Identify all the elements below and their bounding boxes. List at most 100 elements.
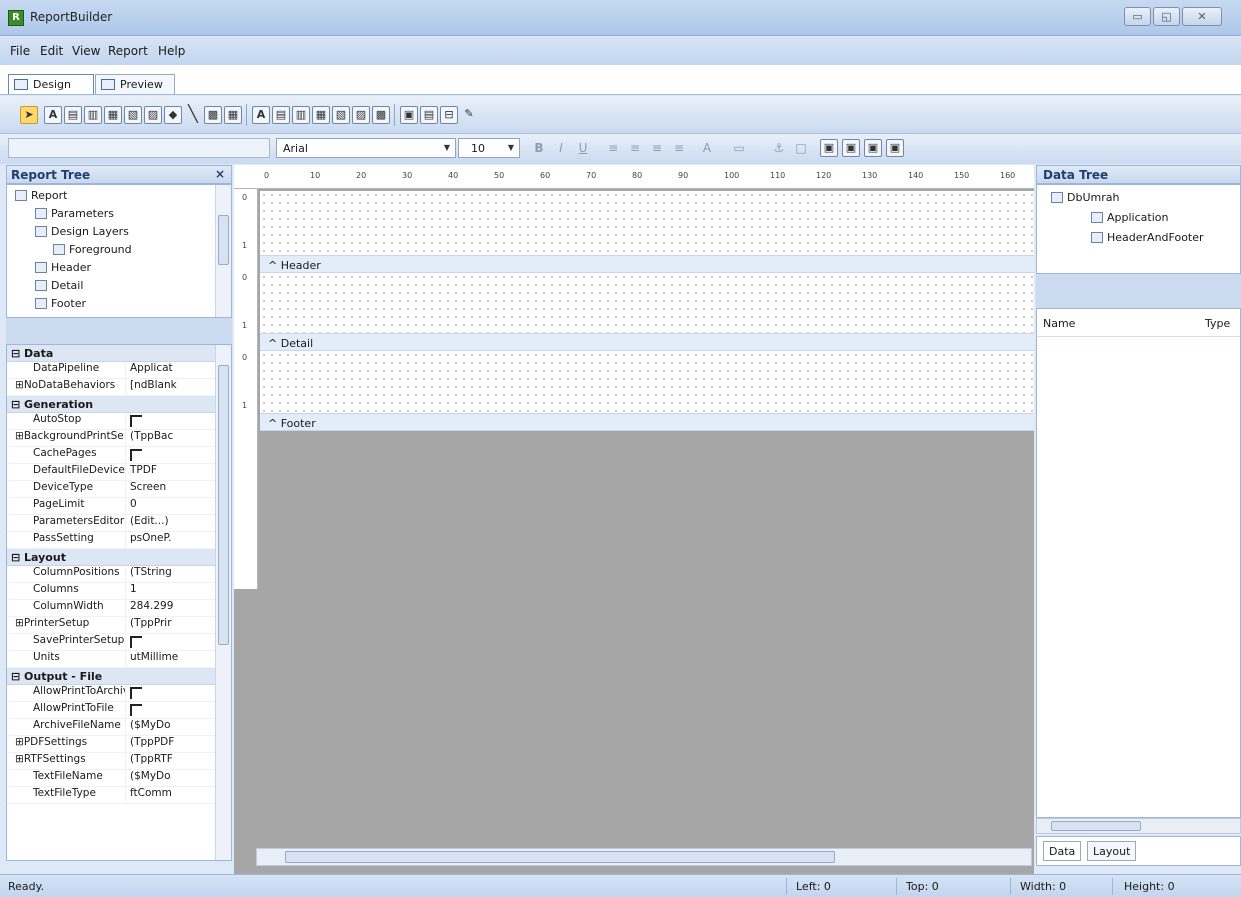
property-row[interactable]: ParametersEditor (Edit...) bbox=[7, 515, 231, 532]
dbrichtext-tool-icon[interactable]: ▥ bbox=[292, 106, 310, 124]
justify-icon[interactable]: ≡ bbox=[670, 139, 688, 157]
property-value[interactable] bbox=[125, 447, 195, 463]
menu-file[interactable]: File bbox=[10, 44, 30, 58]
property-checkbox[interactable] bbox=[130, 636, 142, 648]
property-value[interactable]: ($MyDo bbox=[125, 719, 195, 735]
detail-band[interactable] bbox=[260, 273, 1034, 333]
tree-node-foreground[interactable]: Foreground bbox=[53, 243, 132, 256]
barcode-tool-icon[interactable]: ▩ bbox=[204, 106, 222, 124]
dbmemo-tool-icon[interactable]: ▤ bbox=[272, 106, 290, 124]
tree-node-database[interactable]: DbUmrah bbox=[1051, 191, 1119, 204]
header-band-label[interactable]: ^ Header bbox=[260, 255, 1034, 273]
property-value[interactable]: Screen bbox=[125, 481, 195, 497]
font-size-combo[interactable]: 10 ▼ bbox=[458, 138, 520, 158]
dbbarcode-tool-icon[interactable]: ▨ bbox=[352, 106, 370, 124]
property-value[interactable]: ($MyDo bbox=[125, 770, 195, 786]
richtext-tool-icon[interactable]: ▥ bbox=[84, 106, 102, 124]
column-type-header[interactable]: Type bbox=[1205, 317, 1230, 330]
chevron-down-icon[interactable]: ▼ bbox=[441, 141, 453, 155]
send-backward-icon[interactable]: ▣ bbox=[886, 139, 904, 157]
property-category[interactable]: ⊟ Output - File bbox=[7, 668, 231, 685]
menu-help[interactable]: Help bbox=[158, 44, 185, 58]
property-row[interactable]: DataPipeline Applicat bbox=[7, 362, 231, 379]
property-row[interactable]: ⊞BackgroundPrintSe (TppBac bbox=[7, 430, 231, 447]
variable-tool-icon[interactable]: ▧ bbox=[124, 106, 142, 124]
crosstab-tool-icon[interactable]: ✎ bbox=[460, 106, 478, 124]
footer-band[interactable] bbox=[260, 351, 1034, 413]
property-value[interactable]: 0 bbox=[125, 498, 195, 514]
menu-edit[interactable]: Edit bbox=[40, 44, 63, 58]
tab-design[interactable]: Design bbox=[8, 74, 94, 94]
close-button[interactable]: ✕ bbox=[1182, 7, 1222, 26]
tab-layout[interactable]: Layout bbox=[1087, 841, 1137, 861]
design-horizontal-scrollbar[interactable] bbox=[256, 848, 1032, 866]
tree-node-detail[interactable]: Detail bbox=[35, 279, 83, 292]
property-row[interactable]: AllowPrintToArchiv bbox=[7, 685, 231, 702]
dbcalc-tool-icon[interactable]: ▦ bbox=[312, 106, 330, 124]
property-value[interactable]: (Edit...) bbox=[125, 515, 195, 531]
collapse-icon[interactable]: ⊟ bbox=[11, 398, 24, 411]
dbcheckbox-tool-icon[interactable]: ▩ bbox=[372, 106, 390, 124]
field-list-scrollbar[interactable] bbox=[1036, 818, 1241, 834]
panel-splitter[interactable] bbox=[6, 318, 232, 344]
chart-tool-icon[interactable]: ▦ bbox=[224, 106, 242, 124]
expand-icon[interactable]: ⊞ bbox=[15, 736, 24, 748]
collapse-icon[interactable]: ⊟ bbox=[11, 347, 24, 360]
property-checkbox[interactable] bbox=[130, 687, 142, 699]
subreport-tool-icon[interactable]: ▤ bbox=[420, 106, 438, 124]
chevron-down-icon[interactable]: ▼ bbox=[505, 141, 517, 155]
property-value[interactable]: 284.299 bbox=[125, 600, 195, 616]
property-value[interactable]: (TString bbox=[125, 566, 195, 582]
close-icon[interactable]: × bbox=[215, 167, 225, 181]
report-tree-scrollbar[interactable] bbox=[215, 185, 231, 317]
property-row[interactable]: PageLimit 0 bbox=[7, 498, 231, 515]
bring-to-front-icon[interactable]: ▣ bbox=[820, 139, 838, 157]
tree-node-table-headerandfooter[interactable]: HeaderAndFooter bbox=[1091, 231, 1204, 244]
tab-data[interactable]: Data bbox=[1043, 841, 1082, 861]
property-row[interactable]: AutoStop bbox=[7, 413, 231, 430]
expand-icon[interactable]: ⊞ bbox=[15, 617, 24, 629]
italic-button[interactable]: I bbox=[552, 139, 570, 157]
property-value[interactable]: Applicat bbox=[125, 362, 195, 378]
property-value[interactable] bbox=[125, 702, 195, 718]
tree-node-table-application[interactable]: Application bbox=[1091, 211, 1168, 224]
collapse-icon[interactable]: ⊟ bbox=[11, 670, 24, 683]
property-row[interactable]: Units utMillime bbox=[7, 651, 231, 668]
expand-icon[interactable]: ⊞ bbox=[15, 430, 24, 442]
line-tool-icon[interactable]: ╲ bbox=[184, 106, 202, 124]
property-value[interactable] bbox=[125, 685, 195, 701]
property-category[interactable]: ⊟ Generation bbox=[7, 396, 231, 413]
property-value[interactable]: (TppPrir bbox=[125, 617, 195, 633]
property-value[interactable]: [ndBlank bbox=[125, 379, 195, 395]
scroll-thumb[interactable] bbox=[218, 365, 229, 645]
property-checkbox[interactable] bbox=[130, 449, 142, 461]
menu-view[interactable]: View bbox=[72, 44, 100, 58]
dbimage-tool-icon[interactable]: ▧ bbox=[332, 106, 350, 124]
image-tool-icon[interactable]: ▨ bbox=[144, 106, 162, 124]
property-value[interactable]: (TppRTF bbox=[125, 753, 195, 769]
underline-button[interactable]: U bbox=[574, 139, 592, 157]
border-icon[interactable]: □ bbox=[792, 139, 810, 157]
align-left-icon[interactable]: ≡ bbox=[604, 139, 622, 157]
property-row[interactable]: ⊞PDFSettings (TppPDF bbox=[7, 736, 231, 753]
property-checkbox[interactable] bbox=[130, 704, 142, 716]
send-to-back-icon[interactable]: ▣ bbox=[842, 139, 860, 157]
property-value[interactable]: (TppBac bbox=[125, 430, 195, 446]
systemvariable-tool-icon[interactable]: ▦ bbox=[104, 106, 122, 124]
menu-report[interactable]: Report bbox=[108, 44, 148, 58]
font-name-combo[interactable]: Arial ▼ bbox=[276, 138, 456, 158]
scroll-thumb[interactable] bbox=[285, 851, 835, 863]
shape-tool-icon[interactable]: ◆ bbox=[164, 106, 182, 124]
property-row[interactable]: PassSetting psOneP. bbox=[7, 532, 231, 549]
property-value[interactable]: ftComm bbox=[125, 787, 195, 803]
property-row[interactable]: Columns 1 bbox=[7, 583, 231, 600]
header-band[interactable] bbox=[260, 191, 1034, 261]
tree-node-parameters[interactable]: Parameters bbox=[35, 207, 114, 220]
property-row[interactable]: ColumnPositions (TString bbox=[7, 566, 231, 583]
property-row[interactable]: ⊞RTFSettings (TppRTF bbox=[7, 753, 231, 770]
footer-band-label[interactable]: ^ Footer bbox=[260, 413, 1034, 431]
minimize-button[interactable]: ▭ bbox=[1124, 7, 1151, 26]
property-value[interactable]: psOneP. bbox=[125, 532, 195, 548]
property-category[interactable]: ⊟ Data bbox=[7, 345, 231, 362]
font-color-icon[interactable]: A bbox=[698, 139, 716, 157]
